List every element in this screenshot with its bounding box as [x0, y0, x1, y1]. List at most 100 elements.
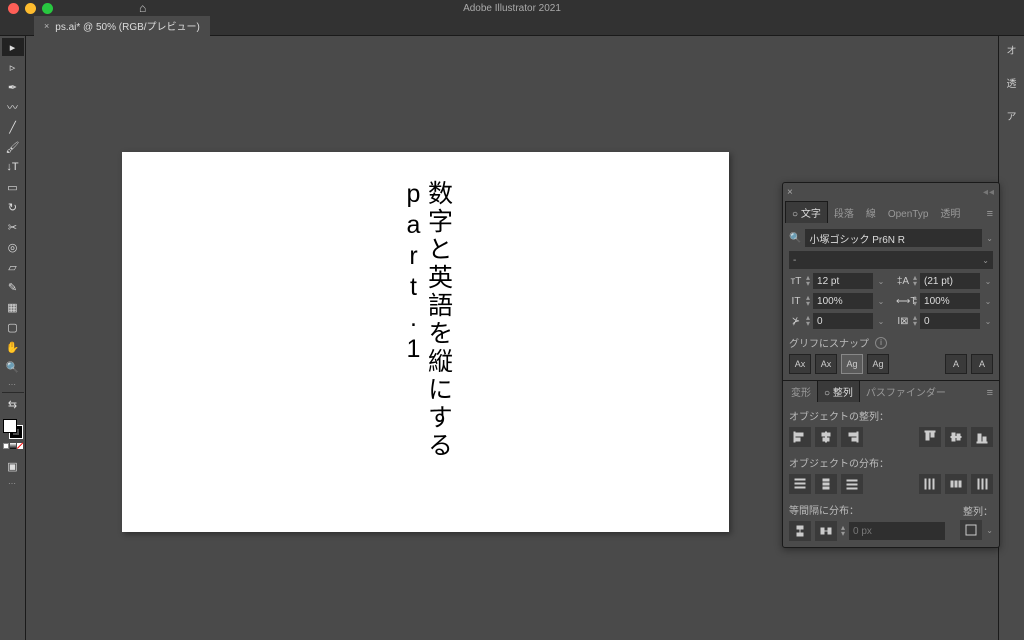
toggle-fill-stroke-icon[interactable]: ⇆	[2, 395, 24, 413]
line-tool-icon[interactable]: ╱	[2, 118, 24, 136]
screen-mode-icon[interactable]: ▣	[2, 457, 24, 475]
more-tools-icon[interactable]: ⋯	[2, 378, 24, 390]
fill-stroke-swatch[interactable]	[3, 419, 23, 439]
font-family-input[interactable]	[805, 229, 982, 247]
snap-btn-3[interactable]: Ag	[841, 354, 863, 374]
align-to-icon[interactable]	[960, 520, 982, 540]
align-right-icon[interactable]	[841, 427, 863, 447]
edit-toolbar-icon[interactable]: ⋯	[2, 477, 24, 489]
tab-character[interactable]: ○ 文字	[785, 201, 828, 223]
direct-selection-tool-icon[interactable]: ▹	[2, 58, 24, 76]
align-vcenter-icon[interactable]	[945, 427, 967, 447]
dist-vcenter-icon[interactable]	[815, 474, 837, 494]
dist-hspace-icon[interactable]	[815, 521, 837, 541]
panel-icon-3[interactable]: ア	[1007, 108, 1017, 123]
kerning-icon: ⊁	[789, 316, 803, 327]
color-mode-swatches[interactable]	[3, 443, 23, 449]
leading-field[interactable]: ‡A▴▾(21 pt)⌄	[896, 273, 993, 289]
tracking-field[interactable]: I⊠▴▾0⌄	[896, 313, 993, 329]
artboard[interactable]: 数字と英語を縦にする part.1	[122, 152, 729, 532]
vscale-field[interactable]: IT▴▾100%⌄	[789, 293, 886, 309]
shape-builder-tool-icon[interactable]: ▱	[2, 258, 24, 276]
vertical-text[interactable]: 数字と英語を縦にする part.1	[401, 180, 451, 532]
gradient-tool-icon[interactable]: ▦	[2, 298, 24, 316]
leading-icon: ‡A	[896, 276, 910, 287]
panel-icon-1[interactable]: オ	[1007, 42, 1017, 57]
hscale-field[interactable]: ⟷T▴▾100%⌄	[896, 293, 993, 309]
distribute-spacing-label: 等間隔に分布：	[789, 502, 945, 517]
tab-pathfinder[interactable]: パスファインダー	[860, 381, 952, 402]
curvature-tool-icon[interactable]: 〰	[2, 98, 24, 116]
align-hcenter-icon[interactable]	[815, 427, 837, 447]
kerning-field[interactable]: ⊁▴▾0⌄	[789, 313, 886, 329]
align-panel-menu-icon[interactable]: ≡	[983, 384, 997, 402]
rectangle-tool-icon[interactable]: ▭	[2, 178, 24, 196]
pen-tool-icon[interactable]: ✒	[2, 78, 24, 96]
eyedropper-tool-icon[interactable]: ✎	[2, 278, 24, 296]
panel-close-icon[interactable]: ×	[787, 187, 793, 198]
window-close-icon[interactable]	[8, 3, 19, 14]
align-to-label: 整列：	[949, 503, 993, 518]
font-style-select[interactable]: - ⌄	[789, 251, 993, 269]
app-title: Adobe Illustrator 2021	[463, 3, 561, 14]
document-tab[interactable]: × ps.ai* @ 50% (RGB/プレビュー)	[34, 16, 210, 36]
window-min-icon[interactable]	[25, 3, 36, 14]
align-left-icon[interactable]	[789, 427, 811, 447]
tab-opentype[interactable]: OpenTyp	[882, 206, 935, 223]
home-icon[interactable]: ⌂	[139, 1, 146, 15]
selection-tool-icon[interactable]: ▸	[2, 38, 24, 56]
dist-bottom-icon[interactable]	[841, 474, 863, 494]
tab-stroke[interactable]: 線	[860, 202, 882, 223]
tab-transform[interactable]: 変形	[785, 381, 817, 402]
tab-transparency[interactable]: 透明	[934, 202, 966, 223]
vscale-icon: IT	[789, 296, 803, 307]
info-icon[interactable]: i	[875, 337, 887, 349]
font-size-field[interactable]: тT▴▾12 pt⌄	[789, 273, 886, 289]
search-icon: 🔍	[789, 233, 801, 244]
right-panel-rail: オ 透 ア	[998, 36, 1024, 640]
tab-align[interactable]: ○ 整列	[817, 380, 860, 402]
panel-icon-2[interactable]: 透	[1007, 75, 1017, 90]
fill-swatch[interactable]	[3, 419, 17, 433]
titlebar: ⌂ Adobe Illustrator 2021	[0, 0, 1024, 16]
dist-hcenter-icon[interactable]	[945, 474, 967, 494]
panel-menu-icon[interactable]: ≡	[983, 205, 997, 223]
character-panel: × ◂◂ ○ 文字 段落 線 OpenTyp 透明 ≡ 🔍 ⌄ - ⌄	[782, 182, 1000, 548]
scissors-tool-icon[interactable]: ✂	[2, 218, 24, 236]
snap-btn-6[interactable]: A	[971, 354, 993, 374]
font-style-value: -	[793, 255, 796, 266]
snap-btn-4[interactable]: Ag	[867, 354, 889, 374]
spacing-value[interactable]: 0 px	[849, 522, 945, 540]
snap-btn-2[interactable]: Ax	[815, 354, 837, 374]
close-tab-icon[interactable]: ×	[44, 21, 49, 31]
hand-tool-icon[interactable]: ✋	[2, 338, 24, 356]
brush-tool-icon[interactable]: 🖌	[2, 138, 24, 156]
document-tabbar: × ps.ai* @ 50% (RGB/プレビュー)	[0, 16, 1024, 36]
snap-btn-1[interactable]: Ax	[789, 354, 811, 374]
font-size-icon: тT	[789, 276, 803, 287]
chevron-down-icon: ⌄	[982, 256, 989, 265]
snap-btn-5[interactable]: A	[945, 354, 967, 374]
zoom-tool-icon[interactable]: 🔍	[2, 358, 24, 376]
type-tool-icon[interactable]: ↓T	[2, 158, 24, 176]
width-tool-icon[interactable]: ◎	[2, 238, 24, 256]
artboard-tool-icon[interactable]: ▢	[2, 318, 24, 336]
dist-top-icon[interactable]	[789, 474, 811, 494]
font-dropdown-icon[interactable]: ⌄	[986, 234, 993, 243]
dist-left-icon[interactable]	[919, 474, 941, 494]
dist-right-icon[interactable]	[971, 474, 993, 494]
toolbar: ▸ ▹ ✒ 〰 ╱ 🖌 ↓T ▭ ↻ ✂ ◎ ▱ ✎ ▦ ▢ ✋ 🔍 ⋯ ⇆ ▣…	[0, 36, 26, 640]
align-to-dropdown-icon[interactable]: ⌄	[986, 526, 993, 535]
document-tab-label: ps.ai* @ 50% (RGB/プレビュー)	[55, 18, 200, 33]
panel-collapse-icon[interactable]: ◂◂	[983, 187, 995, 198]
tab-paragraph[interactable]: 段落	[828, 202, 860, 223]
tracking-icon: I⊠	[896, 316, 910, 327]
dist-vspace-icon[interactable]	[789, 521, 811, 541]
align-bottom-icon[interactable]	[971, 427, 993, 447]
window-max-icon[interactable]	[42, 3, 53, 14]
distribute-objects-label: オブジェクトの分布：	[789, 455, 993, 470]
toolbar-divider	[2, 392, 24, 393]
rotate-tool-icon[interactable]: ↻	[2, 198, 24, 216]
align-top-icon[interactable]	[919, 427, 941, 447]
hscale-icon: ⟷T	[896, 296, 910, 307]
